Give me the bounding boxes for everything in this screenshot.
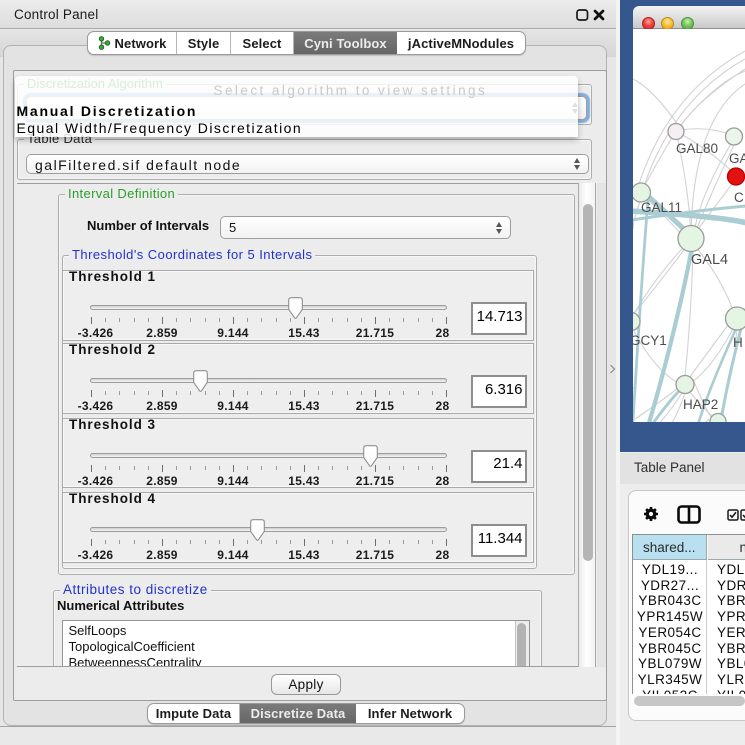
svg-text:GAL4: GAL4: [691, 252, 728, 268]
svg-text:GAL80: GAL80: [676, 141, 718, 156]
svg-text:HAP2: HAP2: [683, 397, 718, 412]
svg-text:H: H: [733, 335, 743, 350]
svg-text:GCY1: GCY1: [633, 333, 667, 348]
svg-text:GA: GA: [729, 151, 745, 166]
svg-text:GAL11: GAL11: [641, 200, 682, 215]
svg-text:C: C: [734, 190, 744, 205]
